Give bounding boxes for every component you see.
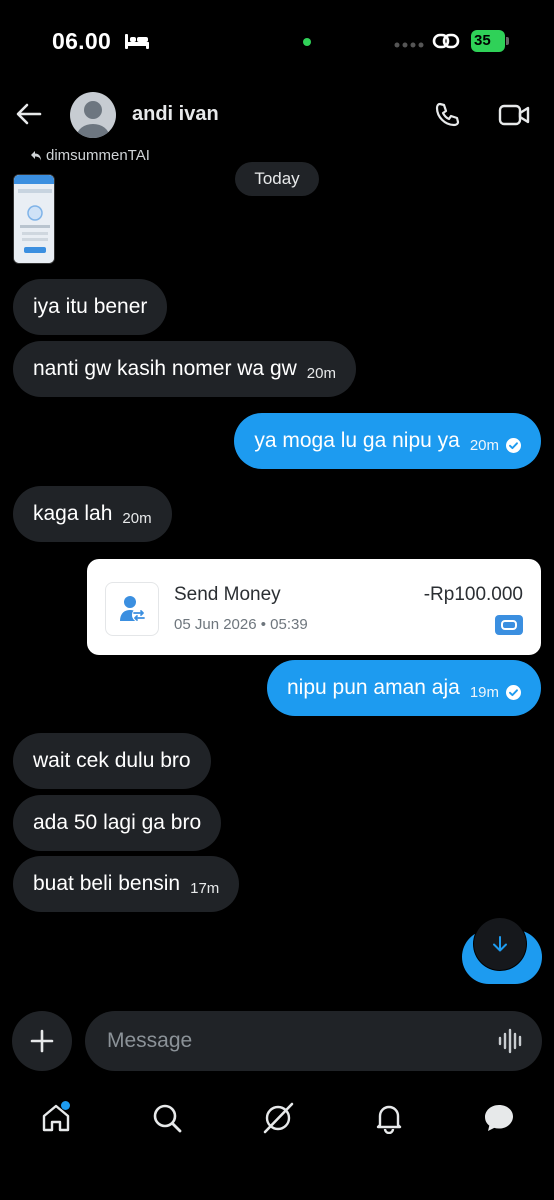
reply-reference-name: dimsummenTAI <box>46 147 150 164</box>
message-time: 17m <box>190 879 220 897</box>
shared-image-thumbnail[interactable] <box>13 174 55 264</box>
waveform-icon <box>498 1028 522 1054</box>
status-bar: 06.00 35 <box>0 0 554 84</box>
payment-card[interactable]: Send Money 05 Jun 2026 • 05:39 -Rp100.00… <box>87 559 541 655</box>
scroll-to-bottom-button[interactable] <box>474 918 526 970</box>
contact-name[interactable]: andi ivan <box>132 103 219 126</box>
message-text: buat beli bensin <box>33 872 181 895</box>
message-text: wait cek dulu bro <box>33 749 191 772</box>
voice-message-button[interactable] <box>496 1026 526 1056</box>
arrow-down-icon <box>493 936 507 952</box>
send-money-icon <box>105 582 159 636</box>
link-icon <box>432 33 460 49</box>
plus-icon <box>30 1029 54 1053</box>
outgoing-message[interactable]: ya moga lu ga nipu ya 20m <box>234 413 541 469</box>
nav-notifications[interactable] <box>369 1098 409 1138</box>
video-camera-icon <box>498 104 530 126</box>
message-text: ada 50 lagi ga bro <box>33 811 202 834</box>
battery-indicator: 35 <box>471 30 509 52</box>
messages-icon <box>485 1105 513 1131</box>
incoming-message[interactable]: nanti gw kasih nomer wa gw 20m <box>13 341 356 397</box>
nav-grok[interactable] <box>258 1098 298 1138</box>
nav-home[interactable] <box>36 1098 76 1138</box>
incoming-message[interactable]: kaga lah 20m <box>13 486 172 542</box>
wallet-icon <box>495 615 523 635</box>
add-attachment-button[interactable] <box>12 1011 72 1071</box>
reply-reference[interactable]: dimsummenTAI <box>30 147 150 164</box>
signal-icon <box>394 42 424 48</box>
mic-indicator <box>303 38 311 46</box>
back-button[interactable] <box>12 96 46 132</box>
bottom-navigation <box>0 1090 554 1150</box>
notification-dot <box>61 1101 70 1110</box>
message-text: nipu pun aman aja <box>287 676 460 699</box>
sleep-focus-icon <box>125 34 149 49</box>
message-text: kaga lah <box>33 502 113 525</box>
read-check-icon <box>506 437 521 453</box>
phone-icon <box>435 102 460 127</box>
payment-amount: -Rp100.000 <box>423 584 523 605</box>
nav-search[interactable] <box>147 1098 187 1138</box>
screenshot-preview-image <box>14 175 54 263</box>
message-text: iya itu bener <box>33 295 148 318</box>
reply-icon <box>31 150 41 160</box>
video-call-button[interactable] <box>496 100 532 130</box>
read-check-icon <box>506 684 521 700</box>
message-time: 20m <box>306 364 336 382</box>
incoming-message[interactable]: ada 50 lagi ga bro <box>13 795 222 851</box>
default-avatar-icon <box>77 101 109 138</box>
battery-level: 35 <box>474 32 491 49</box>
payment-title: Send Money <box>174 584 281 605</box>
incoming-message[interactable]: buat beli bensin 17m <box>13 856 240 912</box>
date-separator: Today <box>235 162 319 196</box>
avatar[interactable] <box>70 92 116 138</box>
call-button[interactable] <box>430 98 464 132</box>
incoming-message[interactable]: wait cek dulu bro <box>13 733 211 789</box>
message-text: nanti gw kasih nomer wa gw <box>33 357 297 380</box>
message-input[interactable] <box>85 1011 542 1071</box>
message-text: ya moga lu ga nipu ya <box>254 429 460 452</box>
nav-messages[interactable] <box>479 1098 519 1138</box>
bell-icon <box>376 1105 402 1134</box>
status-time: 06.00 <box>52 28 112 54</box>
arrow-left-icon <box>16 103 42 125</box>
message-time: 20m <box>469 436 499 454</box>
outgoing-message[interactable]: nipu pun aman aja 19m <box>267 660 541 716</box>
payment-date: 05 Jun 2026 • 05:39 <box>174 616 308 633</box>
search-icon <box>153 1104 182 1133</box>
message-time: 19m <box>469 683 499 701</box>
grok-icon <box>263 1102 294 1134</box>
incoming-message[interactable]: iya itu bener <box>13 279 168 335</box>
message-time: 20m <box>122 509 152 527</box>
